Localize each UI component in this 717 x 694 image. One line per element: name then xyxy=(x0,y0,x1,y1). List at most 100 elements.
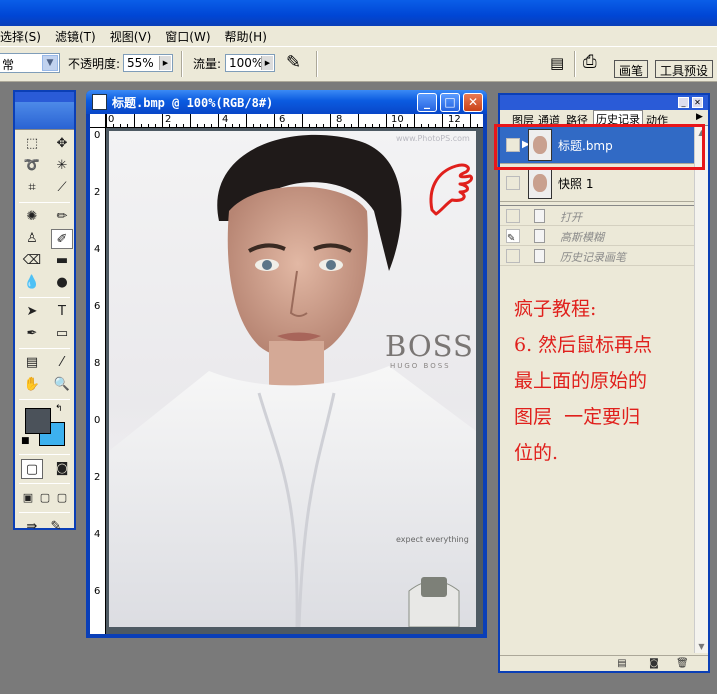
history-source-checkbox[interactable] xyxy=(506,249,520,263)
history-source-checkbox[interactable] xyxy=(506,176,520,190)
new-document-from-state-icon[interactable]: ▤ xyxy=(616,658,628,670)
trash-icon[interactable]: 🗑 xyxy=(676,658,689,670)
path-select-tool-icon[interactable]: ➤ xyxy=(21,302,43,322)
blur-tool-icon[interactable]: 💧 xyxy=(21,273,43,293)
brush-tool-icon[interactable]: ✏ xyxy=(51,207,73,227)
airbrush-icon[interactable]: ✎ xyxy=(286,52,301,73)
photo[interactable]: www.PhotoPS.com BOSS HUGO BOSS expect ev… xyxy=(109,131,476,627)
document-icon xyxy=(534,209,545,223)
red-highlight-box xyxy=(494,124,705,170)
crop-tool-icon[interactable]: ⌗ xyxy=(21,178,43,198)
blend-mode-value: 常 xyxy=(2,58,15,72)
divider xyxy=(19,454,70,455)
panel-title-bar[interactable]: _ ✕ xyxy=(500,95,708,110)
move-tool-icon[interactable]: ✥ xyxy=(51,134,73,154)
divider xyxy=(19,399,70,400)
triangle-right-icon[interactable]: ▶ xyxy=(261,56,273,70)
history-state-label: 历史记录画笔 xyxy=(560,251,626,264)
palette-well-icon[interactable]: ▤ xyxy=(550,54,564,72)
divider xyxy=(19,202,70,203)
notes-tool-icon[interactable]: ▤ xyxy=(21,353,43,373)
panel-menu-icon[interactable]: ▶ xyxy=(696,112,703,122)
slice-tool-icon[interactable]: ⟋ xyxy=(51,178,73,198)
camera-snapshot-icon[interactable]: ◙ xyxy=(648,658,660,670)
history-state-label: 打开 xyxy=(560,211,582,224)
feather-logo-icon[interactable] xyxy=(15,102,74,130)
type-tool-icon[interactable]: T xyxy=(51,302,73,322)
history-brush-tool-icon[interactable]: ✐ xyxy=(51,229,73,249)
screen-mode-full-menu-icon[interactable]: ▢ xyxy=(38,488,52,508)
history-state-row[interactable]: 历史记录画笔 xyxy=(500,246,708,266)
note-line: 6. 然后鼠标再点 xyxy=(514,334,653,356)
history-source-checkbox[interactable] xyxy=(506,209,520,223)
menu-window[interactable]: 窗口(W) xyxy=(165,28,210,45)
menu-filter[interactable]: 滤镜(T) xyxy=(55,28,96,45)
hand-tool-icon[interactable]: ✋ xyxy=(21,375,43,395)
screen-mode-full-icon[interactable]: ▢ xyxy=(55,488,69,508)
lasso-tool-icon[interactable]: ➰ xyxy=(21,156,43,176)
document-body: 0 2 4 6 8 10 12 0 2 4 6 8 0 2 4 6 www.Ph… xyxy=(90,114,483,634)
document-icon xyxy=(534,249,545,263)
swap-colors-icon[interactable]: ↰ xyxy=(55,404,63,414)
tab-brushes[interactable]: 画笔 xyxy=(614,60,649,78)
menu-help[interactable]: 帮助(H) xyxy=(225,28,267,45)
toolbox-title-bar[interactable] xyxy=(15,92,74,102)
panel-minimize-button[interactable]: _ xyxy=(678,97,689,108)
ruler-origin[interactable] xyxy=(90,114,106,128)
minimize-button[interactable]: _ xyxy=(417,93,437,112)
panel-close-button[interactable]: ✕ xyxy=(692,97,703,108)
horizontal-ruler[interactable]: 0 2 4 6 8 10 12 xyxy=(106,114,483,128)
ruler-label: 4 xyxy=(94,529,101,540)
document-title-bar[interactable]: 标题.bmp @ 100%(RGB/8#) _ □ ✕ xyxy=(86,90,487,114)
app-title-bar xyxy=(0,0,717,26)
healing-brush-tool-icon[interactable]: ✺ xyxy=(21,207,43,227)
eyedropper-tool-icon[interactable]: ⁄ xyxy=(51,353,73,373)
history-state-row[interactable]: ✎ 高斯模糊 xyxy=(500,226,708,246)
menu-select[interactable]: 选择(S) xyxy=(0,28,41,45)
printer-icon[interactable]: ⎙ xyxy=(583,52,597,72)
rectangle-tool-icon[interactable]: ▭ xyxy=(51,324,73,344)
foreground-color-swatch[interactable] xyxy=(25,408,51,434)
vertical-ruler[interactable]: 0 2 4 6 8 0 2 4 6 xyxy=(90,128,106,634)
jump-to-imageready-icon[interactable]: ⇛ xyxy=(21,517,43,537)
ruler-label: 4 xyxy=(94,244,101,255)
history-source-checkbox[interactable]: ✎ xyxy=(506,229,520,244)
edit-icon[interactable]: ✎ xyxy=(45,517,67,537)
snapshot-thumbnail xyxy=(528,167,552,199)
brush-icon: ✎ xyxy=(507,233,516,244)
marquee-tool-icon[interactable]: ⬚ xyxy=(21,134,43,154)
default-colors-icon[interactable]: ■ xyxy=(21,436,30,446)
opacity-field[interactable]: 55% ▶ xyxy=(123,54,173,72)
history-state-label: 高斯模糊 xyxy=(560,231,604,244)
screen-mode-standard-icon[interactable]: ▣ xyxy=(21,488,35,508)
tab-tool-presets[interactable]: 工具预设 xyxy=(655,60,714,78)
ruler-label: 8 xyxy=(94,358,101,369)
magic-wand-tool-icon[interactable]: ✳ xyxy=(51,156,73,176)
dodge-tool-icon[interactable]: ● xyxy=(51,273,73,293)
close-button[interactable]: ✕ xyxy=(463,93,483,112)
pointing-hand-icon xyxy=(429,163,473,216)
ruler-ticks xyxy=(106,114,478,128)
panel-footer: ▤ ◙ 🗑 xyxy=(500,655,708,671)
document-icon xyxy=(92,94,107,110)
pen-tool-icon[interactable]: ✒ xyxy=(21,324,43,344)
gradient-tool-icon[interactable]: ▬ xyxy=(51,251,73,271)
standard-mode-icon[interactable]: ▢ xyxy=(21,459,43,479)
watermark-text: www.PhotoPS.com xyxy=(396,134,470,143)
clone-stamp-tool-icon[interactable]: ♙ xyxy=(21,229,43,249)
scroll-down-icon[interactable]: ▼ xyxy=(695,640,708,653)
divider xyxy=(19,348,70,349)
opacity-value: 55% xyxy=(127,56,154,70)
menu-view[interactable]: 视图(V) xyxy=(110,28,152,45)
zoom-tool-icon[interactable]: 🔍 xyxy=(51,375,73,395)
flow-field[interactable]: 100% ▶ xyxy=(225,54,275,72)
history-state-row[interactable]: 打开 xyxy=(500,206,708,226)
panel-scrollbar[interactable]: ▲ ▼ xyxy=(694,126,708,653)
eraser-tool-icon[interactable]: ⌫ xyxy=(21,251,43,271)
quick-mask-mode-icon[interactable]: ◙ xyxy=(51,459,73,479)
maximize-button[interactable]: □ xyxy=(440,93,460,112)
snapshot-label: 快照 1 xyxy=(558,177,594,191)
triangle-right-icon[interactable]: ▶ xyxy=(159,56,171,70)
ruler-label: 2 xyxy=(94,472,101,483)
blend-mode-select[interactable]: 常 ▼ xyxy=(0,53,60,73)
